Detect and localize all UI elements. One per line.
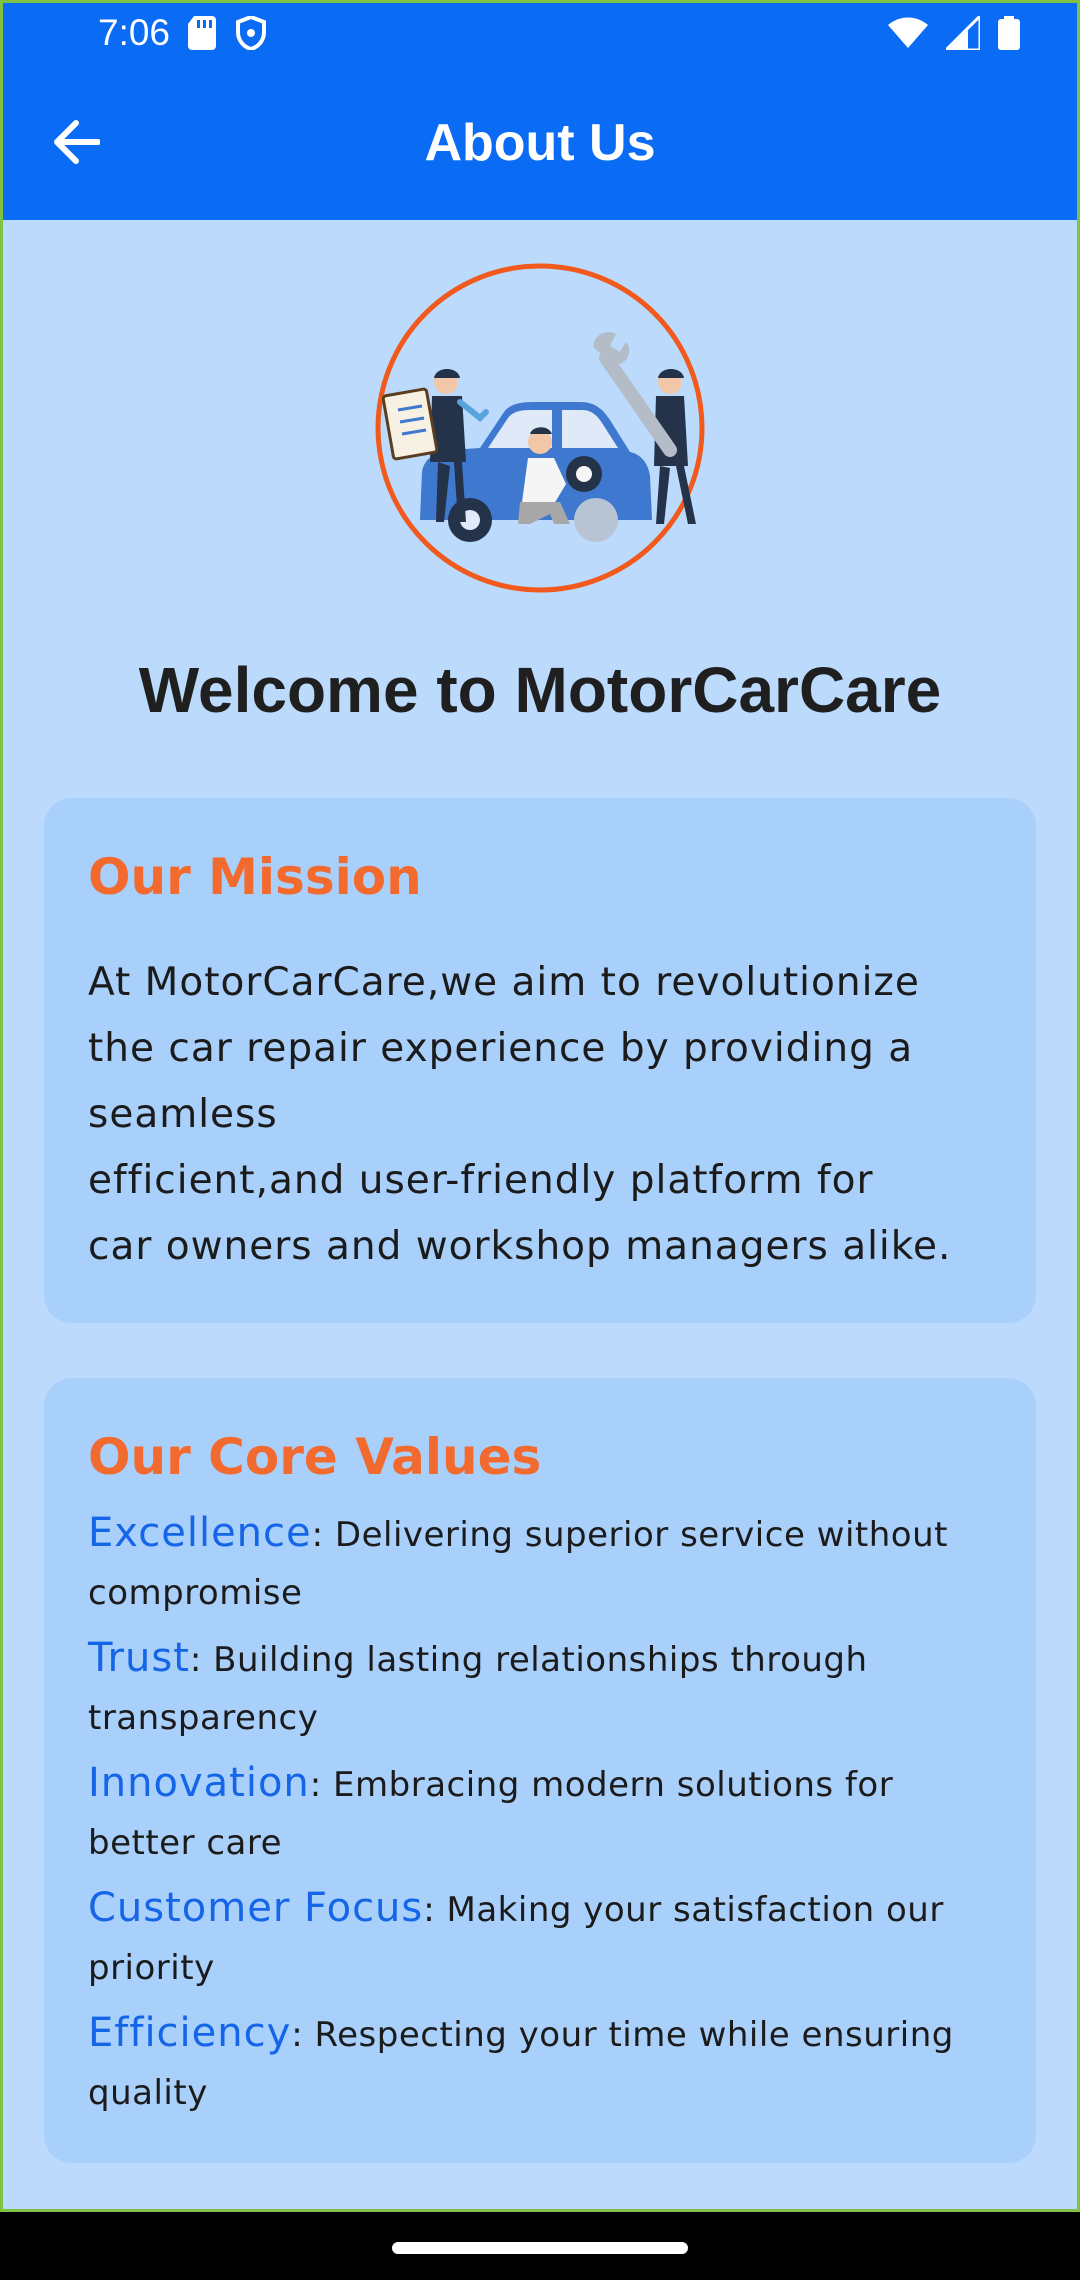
shield-icon	[236, 14, 266, 54]
mission-card: Our Mission At MotorCarCare,we aim to re…	[44, 798, 1036, 1323]
value-item-innovation: Innovation: Embracing modern solutions f…	[88, 1754, 992, 1872]
value-name: Trust	[88, 1635, 190, 1681]
navigation-gesture-area	[0, 2212, 1080, 2280]
header: 7:06 About Us	[0, 0, 1080, 220]
status-bar: 7:06	[0, 0, 1080, 66]
mission-line: the car repair experience by providing a	[88, 1026, 914, 1071]
back-button[interactable]	[40, 108, 112, 180]
value-item-trust: Trust: Building lasting relationships th…	[88, 1629, 992, 1747]
value-item-excellence: Excellence: Delivering superior service …	[88, 1504, 992, 1622]
value-desc: : Building lasting relationships through…	[88, 1640, 868, 1738]
mission-line: seamless	[88, 1092, 278, 1137]
value-name: Innovation	[88, 1760, 310, 1806]
mission-line: At MotorCarCare,we aim to revolutionize	[88, 960, 920, 1005]
core-values-list: Excellence: Delivering superior service …	[88, 1504, 992, 2122]
about-us-screen: 7:06 About Us Welcome to MotorCarCare Ou…	[0, 0, 1080, 2280]
status-time: 7:06	[98, 12, 171, 53]
mission-line: efficient,and user-friendly platform for	[88, 1158, 874, 1203]
mission-body: At MotorCarCare,we aim to revolutionize …	[88, 950, 992, 1280]
app-bar: About Us	[0, 66, 1080, 220]
battery-icon	[998, 16, 1020, 54]
status-left-icons	[188, 14, 266, 54]
page-title: About Us	[424, 114, 656, 172]
home-gesture-handle[interactable]	[392, 2242, 688, 2254]
car-repair-illustration	[370, 262, 710, 602]
sd-card-icon	[188, 16, 216, 54]
signal-icon	[942, 12, 982, 54]
value-name: Excellence	[88, 1510, 312, 1556]
value-item-efficiency: Efficiency: Respecting your time while e…	[88, 2004, 992, 2122]
arrow-left-icon	[52, 120, 101, 168]
status-right-icons	[888, 12, 1020, 54]
core-values-card: Our Core Values Excellence: Delivering s…	[44, 1378, 1036, 2163]
mission-line: car owners and workshop managers alike.	[88, 1224, 952, 1269]
welcome-title: Welcome to MotorCarCare	[138, 654, 942, 726]
core-values-title: Our Core Values	[88, 1428, 542, 1486]
mission-title: Our Mission	[88, 848, 422, 906]
value-item-customer-focus: Customer Focus: Making your satisfaction…	[88, 1879, 992, 1997]
value-name: Customer Focus	[88, 1885, 424, 1931]
wifi-icon	[888, 17, 928, 53]
value-name: Efficiency	[88, 2010, 292, 2056]
